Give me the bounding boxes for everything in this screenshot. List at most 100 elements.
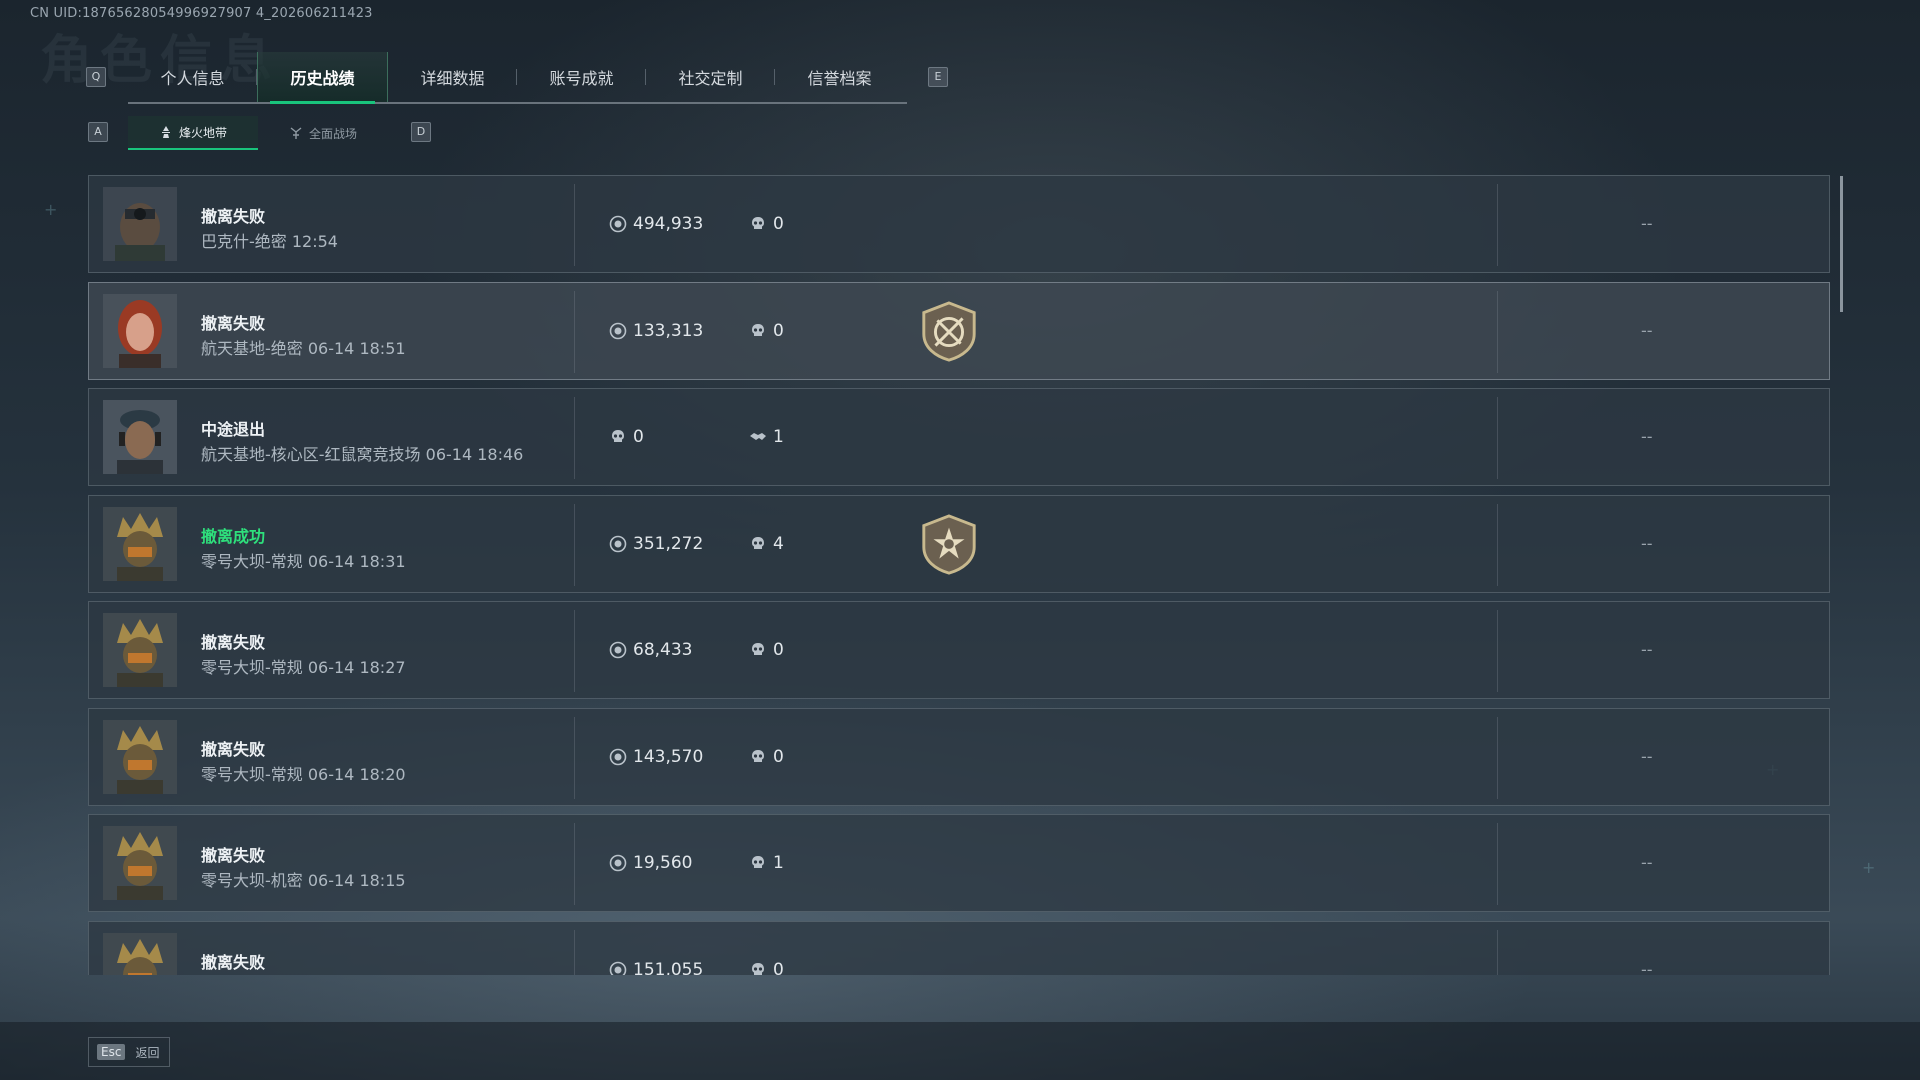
match-history-list: 撤离失败 巴克什-绝密 12:54 494,933 0 -- 撤离失败 航天基地-绝密 06… [88, 175, 1832, 975]
tab-personal-info[interactable]: 个人信息 [128, 52, 257, 102]
tab-detailed-data[interactable]: 详细数据 [388, 52, 517, 102]
tab-reputation[interactable]: 信誉档案 [775, 52, 904, 102]
match-record-row[interactable]: 撤离失败 零号大坝-常规 06-14 18:27 68,433 0 -- [88, 601, 1830, 699]
value-stat: 133,313 [609, 321, 703, 341]
kills-icon [752, 962, 764, 975]
extraction-status: 撤离失败 [201, 313, 266, 333]
kills-icon [752, 536, 764, 549]
main-tabs: 个人信息 历史战绩 详细数据 账号成就 社交定制 信誉档案 [128, 52, 907, 104]
extraction-status: 撤离成功 [201, 526, 266, 546]
extra-info: -- [1641, 853, 1653, 872]
kills-stat: 0 [609, 427, 644, 447]
currency-icon [609, 322, 627, 339]
value-amount: 351,272 [633, 533, 704, 554]
key-hint-d: D [411, 122, 431, 142]
back-label: 返回 [135, 1045, 160, 1060]
currency-icon [609, 641, 627, 659]
assists-count: 1 [773, 427, 784, 447]
match-record-row[interactable]: 撤离失败零号大坝-机密 06-14 18:10 151,055 0 -- [88, 920, 1830, 976]
kills-count: 0 [773, 640, 784, 660]
extra-info: -- [1641, 320, 1653, 340]
list-scrollbar[interactable] [1840, 176, 1843, 312]
subtab-label: 烽火地带 [178, 125, 227, 140]
match-record-row[interactable]: 撤离失败 巴克什-绝密 12:54 494,933 0 -- [88, 175, 1830, 273]
extraction-status: 撤离失败 [201, 846, 266, 865]
kills-stat: 4 [749, 534, 784, 554]
column-divider [1497, 397, 1498, 479]
extraction-status: 撤离失败 [201, 952, 266, 972]
kills-stat: 1 [749, 853, 784, 873]
assists-stat: 1 [749, 427, 784, 447]
value-amount: 494,933 [633, 214, 704, 234]
map-and-time: 航天基地-绝密 06-14 18:51 [201, 338, 406, 358]
tab-label: 信誉档案 [807, 69, 872, 88]
tab-label: 个人信息 [160, 69, 225, 88]
extraction-status: 中途退出 [201, 420, 266, 439]
value-amount: 143,570 [633, 746, 704, 767]
uid-label: CN UID:18765628054996927907 4_2026062114… [30, 6, 373, 21]
kills-icon [752, 323, 764, 336]
column-divider [1497, 823, 1498, 905]
kills-count: 0 [773, 214, 784, 234]
match-record-row[interactable]: 撤离失败航天基地-绝密 06-14 18:51 133,313 0 -- [88, 281, 1830, 380]
tab-match-history[interactable]: 历史战绩 [257, 52, 388, 104]
tab-label: 账号成就 [549, 69, 614, 88]
operator-avatar [103, 293, 177, 368]
column-divider [1497, 610, 1498, 692]
footer-bar [0, 1022, 1920, 1080]
operator-avatar [103, 932, 177, 975]
tab-achievements[interactable]: 账号成就 [517, 52, 646, 102]
crossed-target-badge-icon [922, 300, 976, 362]
operator-avatar [103, 187, 177, 261]
kills-stat: 0 [749, 747, 784, 767]
key-hint-e: E [928, 67, 948, 87]
assist-handshake-icon [750, 433, 766, 440]
star-shield-badge-icon [922, 513, 976, 575]
extraction-status: 撤离失败 [201, 633, 266, 652]
map-and-time: 零号大坝-机密 06-14 18:10 [201, 974, 406, 976]
back-button[interactable]: Esc 返回 [88, 1037, 170, 1067]
map-and-time: 巴克什-绝密 12:54 [201, 232, 338, 251]
extra-info: -- [1641, 959, 1653, 976]
currency-icon [609, 961, 627, 975]
subtab-hazard-zone[interactable]: 烽火地带 [128, 116, 258, 150]
currency-icon [609, 854, 627, 872]
value-stat: 19,560 [609, 853, 692, 873]
extraction-status: 撤离失败 [201, 739, 266, 759]
tab-label: 历史战绩 [290, 69, 355, 88]
kills-stat: 0 [749, 640, 784, 660]
tab-social-custom[interactable]: 社交定制 [646, 52, 775, 102]
crosshair-icon: + [44, 200, 58, 219]
column-divider [574, 397, 575, 479]
currency-icon [609, 215, 627, 233]
tab-label: 详细数据 [420, 69, 485, 88]
column-divider [574, 610, 575, 692]
kills-stat: 0 [749, 321, 784, 341]
column-divider [574, 503, 575, 586]
extra-info: -- [1641, 746, 1653, 766]
mode-subtabs: 烽火地带 全面战场 [128, 116, 388, 150]
match-record-row[interactable]: 撤离成功 零号大坝-常规 06-14 18:31 351,272 4 -- [88, 494, 1830, 593]
operator-avatar [103, 400, 177, 474]
operator-avatar [103, 719, 177, 794]
value-stat: 68,433 [609, 640, 692, 660]
map-and-time: 零号大坝-机密 06-14 18:15 [201, 871, 406, 890]
value-stat: 143,570 [609, 747, 703, 767]
tower-icon [161, 126, 170, 138]
currency-icon [609, 535, 627, 552]
map-and-time: 零号大坝-常规 06-14 18:20 [201, 764, 406, 784]
value-amount: 19,560 [633, 853, 693, 873]
map-and-time: 零号大坝-常规 06-14 18:31 [201, 551, 406, 571]
kills-count: 0 [633, 427, 644, 447]
kills-stat: 0 [749, 214, 784, 234]
match-record-row[interactable]: 中途退出 航天基地-核心区-红鼠窝竞技场 06-14 18:46 0 1 -- [88, 388, 1830, 486]
match-record-row[interactable]: 撤离失败零号大坝-常规 06-14 18:20 143,570 0 -- [88, 707, 1830, 806]
crosshair-icon: + [1862, 858, 1876, 877]
match-record-row[interactable]: 撤离失败零号大坝-机密 06-14 18:15 19,560 1 -- [88, 814, 1830, 912]
extraction-status: 撤离失败 [201, 207, 266, 226]
kills-count: 4 [773, 533, 784, 554]
currency-icon [609, 748, 627, 765]
extra-info: -- [1641, 427, 1653, 446]
subtab-full-battlefield[interactable]: 全面战场 [258, 116, 388, 150]
operator-avatar [103, 613, 177, 687]
